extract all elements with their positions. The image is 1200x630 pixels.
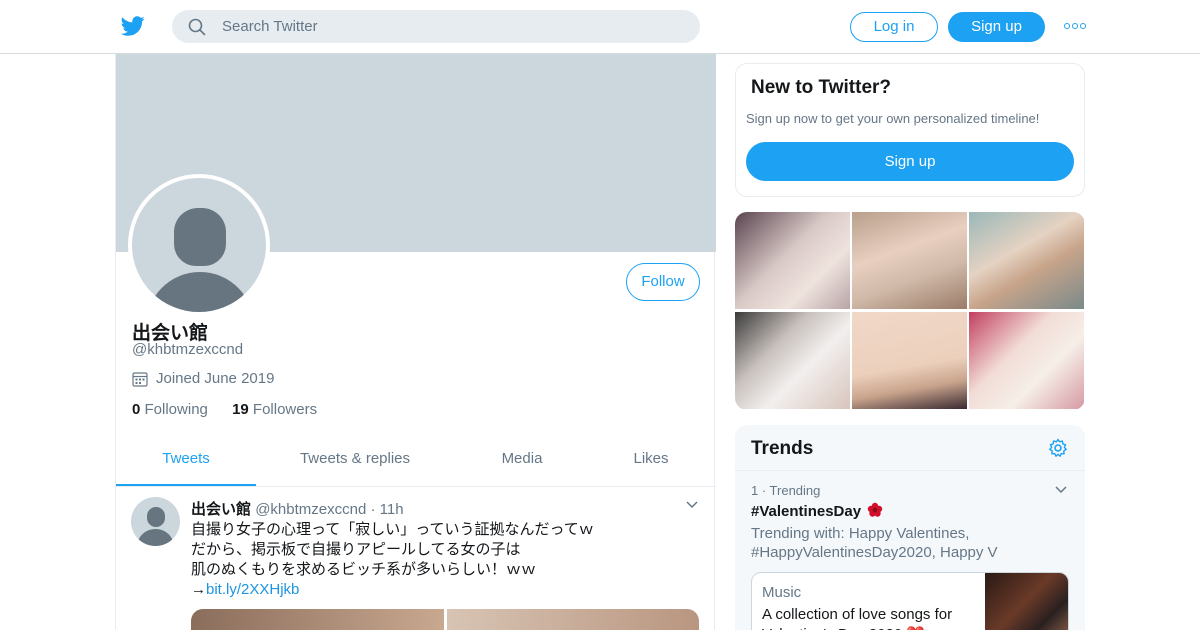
profile-column: Follow 出会い館 @khbtmzexccnd Joined June 20… [115, 54, 716, 630]
tweet[interactable]: 出会い館 @khbtmzexccnd · 11h 自撮り女子の心理って「寂しい」… [116, 487, 716, 630]
signup-promo-button[interactable]: Sign up [746, 142, 1074, 181]
tab-tweets[interactable]: Tweets [116, 436, 256, 486]
joined-text: Joined June 2019 [156, 370, 275, 387]
tweet-line: 自撮り女子の心理って「寂しい」っていう証拠なんだってｗ [191, 521, 594, 538]
trend-item[interactable]: #ValentinesDay [751, 502, 883, 520]
search-input[interactable]: Search Twitter [222, 10, 318, 43]
twitter-bird-icon[interactable] [120, 14, 146, 38]
following-count: 0 [132, 401, 141, 418]
tweet-link[interactable]: bit.ly/2XXHjkb [206, 581, 299, 598]
chevron-down-icon[interactable] [686, 500, 698, 510]
followers-stat[interactable]: 19 Followers [232, 401, 317, 418]
divider [735, 470, 1085, 471]
tweet-handle-time: @khbtmzexccnd · 11h [255, 501, 404, 518]
follow-button[interactable]: Follow [626, 263, 700, 301]
media-thumbnail[interactable] [735, 212, 850, 309]
tweet-text: 自撮り女子の心理って「寂しい」っていう証拠なんだってｗ だから、掲示板で自撮りア… [191, 520, 691, 600]
followers-label: Followers [252, 401, 318, 418]
tweet-link-line: →bit.ly/2XXHjkb [191, 580, 691, 600]
trend-moment-card[interactable]: Music A collection of love songs for Val… [751, 572, 1069, 630]
tweet-header: 出会い館 @khbtmzexccnd · 11h [191, 498, 404, 519]
signup-promo-subtitle: Sign up now to get your own personalized… [746, 111, 1040, 126]
tweet-photo[interactable] [191, 609, 444, 630]
trends-panel: Trends 1 · Trending #ValentinesDay Trend… [735, 425, 1085, 630]
signup-promo-box: New to Twitter? Sign up now to get your … [735, 63, 1085, 197]
trend-related: Trending with: Happy Valentines, #HappyV… [751, 525, 998, 561]
tab-likes[interactable]: Likes [616, 436, 686, 486]
calendar-icon [132, 372, 148, 387]
following-label: Following [144, 401, 208, 418]
media-thumbnail[interactable] [852, 312, 967, 409]
tweet-avatar[interactable] [131, 497, 180, 546]
media-photo-grid [735, 212, 1085, 410]
media-thumbnail[interactable] [735, 312, 850, 409]
default-avatar-icon [132, 178, 266, 312]
signup-button[interactable]: Sign up [948, 12, 1045, 42]
login-button[interactable]: Log in [850, 12, 938, 42]
media-thumbnail[interactable] [969, 312, 1084, 409]
tab-tweets-and-replies[interactable]: Tweets & replies [286, 436, 424, 486]
signup-promo-title: New to Twitter? [751, 77, 892, 98]
profile-avatar[interactable] [128, 174, 270, 316]
followers-count: 19 [232, 401, 249, 418]
moment-category: Music [762, 584, 802, 601]
tweet-line: だから、掲示板で自撮りアピールしてる女の子は [191, 541, 521, 558]
media-thumbnail[interactable] [969, 212, 1084, 309]
moment-thumbnail [985, 573, 1068, 630]
search-box[interactable]: Search Twitter [172, 10, 700, 43]
tweet-author-name[interactable]: 出会い館 [191, 501, 251, 518]
tab-media[interactable]: Media [486, 436, 558, 486]
top-navigation-bar: Search Twitter Log in Sign up [0, 0, 1200, 54]
profile-handle: @khbtmzexccnd [132, 341, 244, 358]
trends-title: Trends [751, 438, 814, 459]
profile-stats: 0 Following 19 Followers [132, 401, 317, 418]
media-thumbnail[interactable] [852, 212, 967, 309]
profile-tabs: Tweets Tweets & replies Media Likes [116, 436, 716, 487]
search-icon [188, 18, 206, 36]
tweet-media[interactable] [191, 609, 699, 630]
tweet-line: 肌のぬくもりを求めるビッチ系が多いらしい！ｗｗ [191, 561, 537, 578]
trend-hashtag[interactable]: #ValentinesDay [751, 503, 861, 520]
gear-icon[interactable] [1048, 438, 1068, 458]
following-stat[interactable]: 0 Following [132, 401, 208, 418]
link-arrow: → [191, 581, 206, 598]
valentine-flower-icon [868, 502, 883, 517]
trend-meta: 1 · Trending [751, 483, 821, 498]
more-dots-icon[interactable] [1064, 23, 1086, 31]
chevron-down-icon[interactable] [1055, 485, 1067, 495]
moment-title: A collection of love songs for Valentine… [762, 606, 953, 630]
tweet-photo[interactable] [447, 609, 699, 630]
